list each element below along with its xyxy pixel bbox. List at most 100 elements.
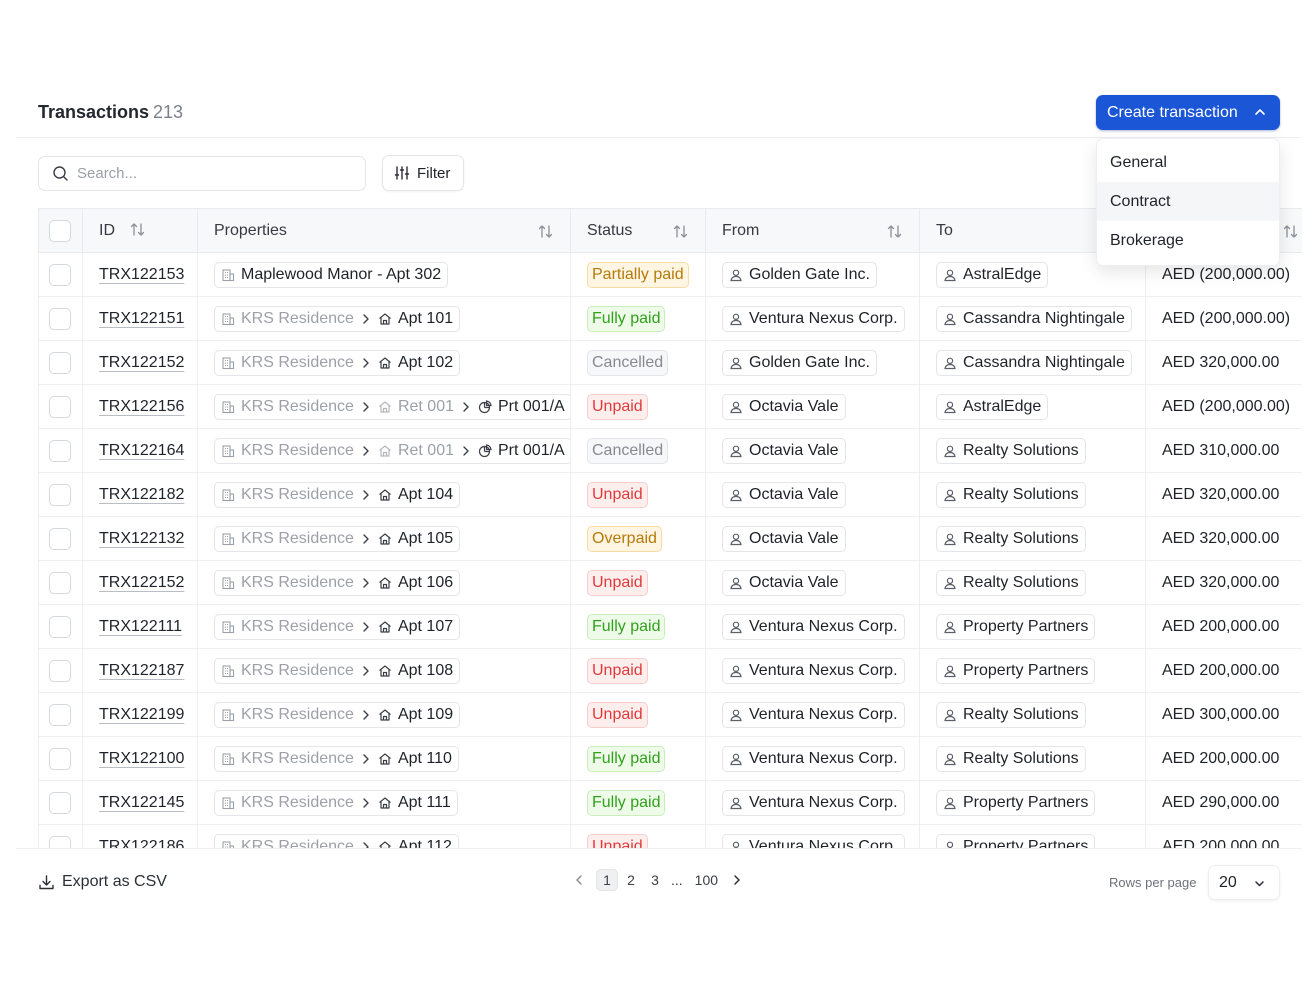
- to-party-chip[interactable]: Realty Solutions: [936, 437, 1086, 464]
- to-party-chip[interactable]: AstralEdge: [936, 261, 1049, 288]
- property-chip[interactable]: KRS Residence Apt 109: [214, 701, 461, 728]
- rows-per-page-select[interactable]: 20: [1208, 865, 1280, 900]
- property-chip[interactable]: KRS Residence Apt 108: [214, 657, 461, 684]
- transaction-id-link[interactable]: TRX122100: [99, 750, 184, 767]
- table-row[interactable]: TRX122132 KRS Residence Apt 105 Overpaid Oct…: [38, 516, 1302, 561]
- from-party-chip[interactable]: Ventura Nexus Corp.: [722, 305, 905, 332]
- column-header-id[interactable]: ID: [82, 208, 198, 253]
- row-checkbox[interactable]: [49, 263, 71, 286]
- transaction-id-link[interactable]: TRX122152: [99, 574, 184, 591]
- menu-item-general[interactable]: General: [1097, 143, 1279, 182]
- table-row[interactable]: TRX122199 KRS Residence Apt 109 Unpaid Ventu…: [38, 692, 1302, 737]
- table-row[interactable]: TRX122151 KRS Residence Apt 101 Fully paid V…: [38, 296, 1302, 341]
- to-party-chip[interactable]: Realty Solutions: [936, 481, 1086, 508]
- transaction-id-link[interactable]: TRX122151: [99, 310, 184, 327]
- from-party-chip[interactable]: Octavia Vale: [722, 525, 846, 552]
- row-checkbox[interactable]: [49, 659, 71, 682]
- menu-item-contract[interactable]: Contract: [1097, 182, 1279, 221]
- property-chip[interactable]: KRS Residence Apt 110: [214, 745, 459, 772]
- transaction-id-link[interactable]: TRX122182: [99, 486, 184, 503]
- sort-icon[interactable]: [1282, 223, 1299, 240]
- from-party-chip[interactable]: Octavia Vale: [722, 437, 846, 464]
- from-party-chip[interactable]: Ventura Nexus Corp.: [722, 833, 905, 848]
- sort-icon[interactable]: [672, 223, 689, 240]
- row-checkbox[interactable]: [49, 351, 71, 374]
- to-party-chip[interactable]: Realty Solutions: [936, 701, 1086, 728]
- row-checkbox[interactable]: [49, 307, 71, 330]
- table-row[interactable]: TRX122100 KRS Residence Apt 110 Fully paid V…: [38, 736, 1302, 781]
- to-party-chip[interactable]: Realty Solutions: [936, 569, 1086, 596]
- property-chip[interactable]: KRS Residence Apt 104: [214, 481, 461, 508]
- row-checkbox[interactable]: [49, 439, 71, 462]
- table-row[interactable]: TRX122152 KRS Residence Apt 106 Unpaid Octav…: [38, 560, 1302, 605]
- row-checkbox[interactable]: [49, 483, 71, 506]
- from-party-chip[interactable]: Octavia Vale: [722, 481, 846, 508]
- from-party-chip[interactable]: Ventura Nexus Corp.: [722, 745, 905, 772]
- property-chip[interactable]: KRS Residence Apt 111: [214, 789, 458, 816]
- page-button-2[interactable]: 2: [620, 869, 642, 891]
- to-party-chip[interactable]: Property Partners: [936, 833, 1096, 848]
- search-input[interactable]: [77, 165, 337, 182]
- table-row[interactable]: TRX122186 KRS Residence Apt 112 Unpaid Ventu…: [38, 824, 1302, 849]
- sort-icon[interactable]: [537, 223, 554, 240]
- column-header-from[interactable]: From: [705, 208, 920, 253]
- transaction-id-link[interactable]: TRX122199: [99, 706, 184, 723]
- to-party-chip[interactable]: Cassandra Nightingale: [936, 305, 1132, 332]
- menu-item-brokerage[interactable]: Brokerage: [1097, 221, 1279, 260]
- from-party-chip[interactable]: Octavia Vale: [722, 393, 846, 420]
- sort-icon[interactable]: [886, 223, 903, 240]
- property-chip[interactable]: KRS Residence Apt 107: [214, 613, 461, 640]
- column-header-status[interactable]: Status: [570, 208, 706, 253]
- transaction-id-link[interactable]: TRX122186: [99, 838, 184, 849]
- transaction-id-link[interactable]: TRX122111: [99, 618, 182, 635]
- row-checkbox[interactable]: [49, 527, 71, 550]
- row-checkbox[interactable]: [49, 703, 71, 726]
- transaction-id-link[interactable]: TRX122153: [99, 266, 184, 283]
- transaction-id-link[interactable]: TRX122132: [99, 530, 184, 547]
- row-checkbox[interactable]: [49, 395, 71, 418]
- filter-button[interactable]: Filter: [382, 155, 464, 191]
- transaction-id-link[interactable]: TRX122152: [99, 354, 184, 371]
- to-party-chip[interactable]: Realty Solutions: [936, 745, 1086, 772]
- to-party-chip[interactable]: Property Partners: [936, 657, 1096, 684]
- to-party-chip[interactable]: Property Partners: [936, 613, 1096, 640]
- from-party-chip[interactable]: Golden Gate Inc.: [722, 261, 877, 288]
- previous-page-button[interactable]: [568, 869, 590, 891]
- create-transaction-button[interactable]: Create transaction: [1096, 95, 1280, 130]
- property-chip[interactable]: KRS Residence Apt 105: [214, 525, 461, 552]
- from-party-chip[interactable]: Ventura Nexus Corp.: [722, 657, 905, 684]
- property-chip[interactable]: KRS Residence Ret 001 Prt 001/A: [214, 437, 570, 464]
- from-party-chip[interactable]: Octavia Vale: [722, 569, 846, 596]
- transaction-id-link[interactable]: TRX122145: [99, 794, 184, 811]
- property-chip[interactable]: KRS Residence Ret 001 Prt 001/A: [214, 393, 570, 420]
- page-button-last[interactable]: 100: [695, 869, 718, 891]
- next-page-button[interactable]: [726, 869, 748, 891]
- select-all-checkbox[interactable]: [49, 219, 71, 242]
- table-row[interactable]: TRX122152 KRS Residence Apt 102 Cancelled Go…: [38, 340, 1302, 385]
- table-row[interactable]: TRX122145 KRS Residence Apt 111 Fully paid V…: [38, 780, 1302, 825]
- property-chip[interactable]: KRS Residence Apt 106: [214, 569, 461, 596]
- from-party-chip[interactable]: Ventura Nexus Corp.: [722, 789, 905, 816]
- transaction-id-link[interactable]: TRX122156: [99, 398, 184, 415]
- table-row[interactable]: TRX122182 KRS Residence Apt 104 Unpaid Octav…: [38, 472, 1302, 517]
- row-checkbox[interactable]: [49, 571, 71, 594]
- property-chip[interactable]: KRS Residence Apt 102: [214, 349, 461, 376]
- table-row[interactable]: TRX122156 KRS Residence Ret 001 Prt 001/A Un…: [38, 384, 1302, 429]
- table-row[interactable]: TRX122111 KRS Residence Apt 107 Fully paid V…: [38, 604, 1302, 649]
- property-chip[interactable]: KRS Residence Apt 112: [214, 833, 459, 848]
- table-row[interactable]: TRX122187 KRS Residence Apt 108 Unpaid Ventu…: [38, 648, 1302, 693]
- to-party-chip[interactable]: Cassandra Nightingale: [936, 349, 1132, 376]
- transaction-id-link[interactable]: TRX122164: [99, 442, 184, 459]
- row-checkbox[interactable]: [49, 791, 71, 814]
- row-checkbox[interactable]: [49, 615, 71, 638]
- sort-icon[interactable]: [129, 221, 146, 238]
- page-button-3[interactable]: 3: [644, 869, 666, 891]
- to-party-chip[interactable]: Realty Solutions: [936, 525, 1086, 552]
- property-chip[interactable]: Maplewood Manor - Apt 302: [214, 261, 449, 288]
- row-checkbox[interactable]: [49, 835, 71, 848]
- export-csv-button[interactable]: Export as CSV: [38, 873, 167, 891]
- page-button-1[interactable]: 1: [596, 869, 618, 891]
- transaction-id-link[interactable]: TRX122187: [99, 662, 184, 679]
- row-checkbox[interactable]: [49, 747, 71, 770]
- to-party-chip[interactable]: AstralEdge: [936, 393, 1049, 420]
